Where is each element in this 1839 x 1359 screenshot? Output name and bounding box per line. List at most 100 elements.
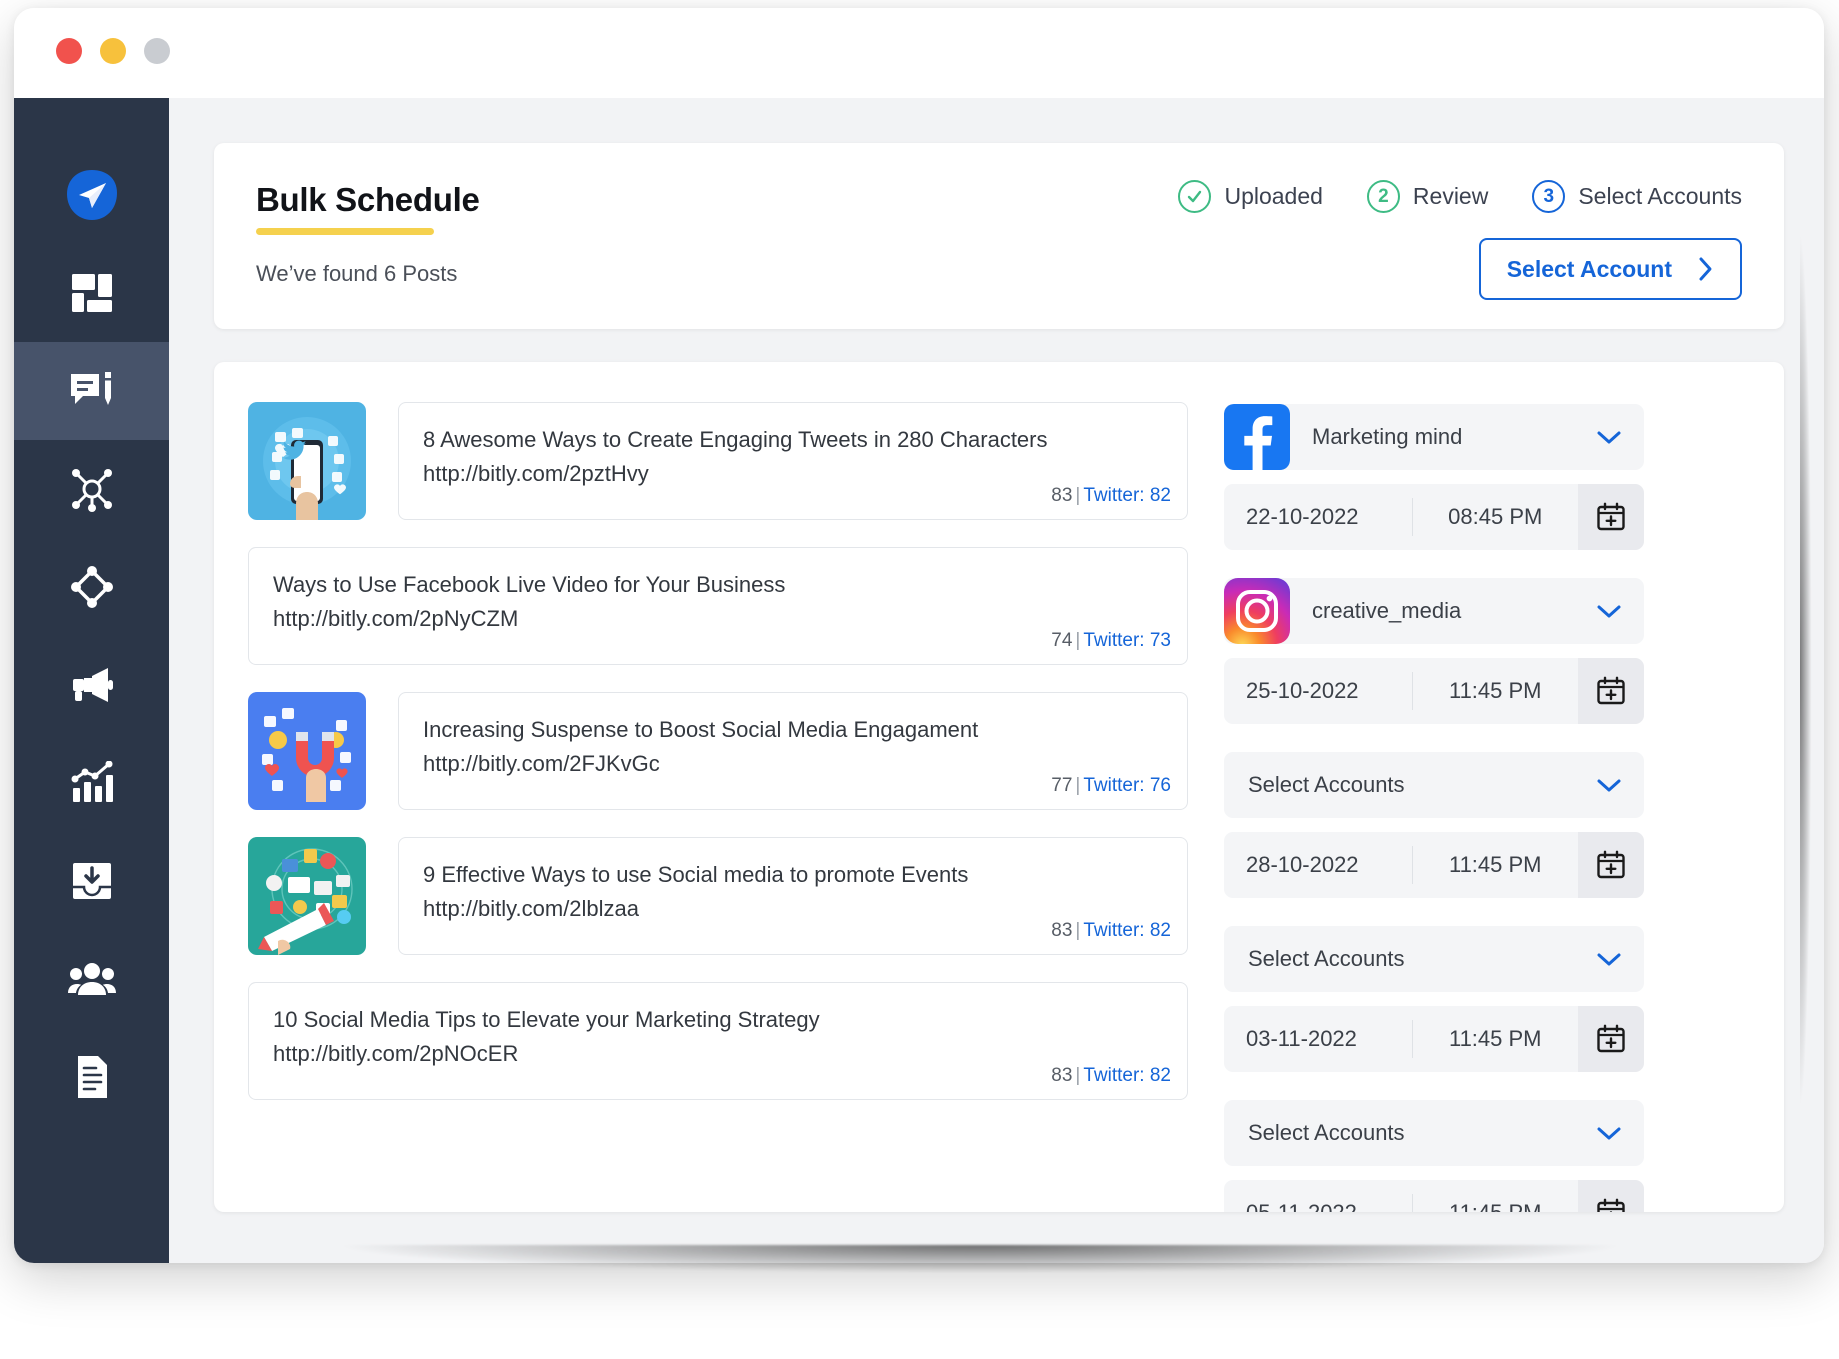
calendar-plus-icon <box>1597 502 1625 531</box>
minimize-window-button[interactable] <box>100 38 126 64</box>
schedule-time[interactable]: 11:45 PM <box>1413 1006 1579 1072</box>
schedule-date[interactable]: 03-11-2022 <box>1224 1006 1412 1072</box>
sidebar-item-campaigns[interactable] <box>14 636 169 734</box>
account-name: creative_media <box>1312 598 1462 623</box>
post-title: Increasing Suspense to Boost Social Medi… <box>423 717 979 742</box>
post-content-box[interactable]: 8 Awesome Ways to Create Engaging Tweets… <box>398 402 1188 520</box>
schedule-time[interactable]: 11:45 PM <box>1413 832 1579 898</box>
post-row: Ways to Use Facebook Live Video for Your… <box>248 547 1188 665</box>
calendar-button[interactable] <box>1578 832 1644 898</box>
sidebar-item-reports[interactable] <box>14 1028 169 1126</box>
account-select-dropdown[interactable]: Select Accounts <box>1224 752 1644 818</box>
post-content-box[interactable]: Increasing Suspense to Boost Social Medi… <box>398 692 1188 810</box>
post-counter: 83 | Twitter: 82 <box>1051 1065 1171 1086</box>
schedule-date[interactable]: 28-10-2022 <box>1224 832 1412 898</box>
facebook-icon <box>1224 404 1290 470</box>
post-counter: 74 | Twitter: 73 <box>1051 630 1171 651</box>
calendar-plus-icon <box>1597 1024 1625 1053</box>
post-thumbnail[interactable] <box>248 692 366 810</box>
campaign-icon <box>72 668 113 702</box>
stepper: Uploaded 2 Review 3 Select Accounts <box>1178 180 1742 213</box>
chevron-down-icon[interactable] <box>1596 951 1622 967</box>
account-select-dropdown[interactable]: Marketing mind <box>1224 404 1644 470</box>
post-content-box[interactable]: 10 Social Media Tips to Elevate your Mar… <box>248 982 1188 1100</box>
account-select-dropdown[interactable]: Select Accounts <box>1224 926 1644 992</box>
post-thumbnail[interactable] <box>248 402 366 520</box>
sidebar-item-dashboard[interactable] <box>14 244 169 342</box>
megaphone-events-illustration-icon <box>248 837 366 955</box>
check-icon <box>1188 190 1202 203</box>
magnet-social-illustration-icon <box>248 692 366 810</box>
schedule-time[interactable]: 11:45 PM <box>1413 658 1579 724</box>
network-icon <box>71 469 112 512</box>
post-title: Ways to Use Facebook Live Video for Your… <box>273 572 786 597</box>
post-title: 10 Social Media Tips to Elevate your Mar… <box>273 1007 820 1032</box>
calendar-button[interactable] <box>1578 1006 1644 1072</box>
datetime-row: 25-10-2022 11:45 PM <box>1224 658 1644 724</box>
sidebar-item-inbox[interactable] <box>14 832 169 930</box>
compose-icon <box>70 372 111 405</box>
chevron-down-icon[interactable] <box>1596 777 1622 793</box>
chevron-right-icon <box>1699 257 1712 281</box>
sidebar-item-compose[interactable] <box>14 342 169 440</box>
account-name: Select Accounts <box>1248 1120 1405 1145</box>
traffic-lights <box>56 38 170 64</box>
app-window: Bulk Schedule We’ve found 6 Posts Upload… <box>14 8 1824 1263</box>
post-twitter-count: Twitter: 73 <box>1083 630 1171 651</box>
post-thumbnail[interactable] <box>248 837 366 955</box>
sidebar-item-logo[interactable] <box>14 146 169 244</box>
select-account-button-label: Select Account <box>1506 255 1672 282</box>
chevron-down-icon[interactable] <box>1596 603 1622 619</box>
post-content-box[interactable]: Ways to Use Facebook Live Video for Your… <box>248 547 1188 665</box>
account-name: Select Accounts <box>1248 946 1405 971</box>
bulk-schedule-header-card: Bulk Schedule We’ve found 6 Posts Upload… <box>214 143 1784 329</box>
sidebar-item-network[interactable] <box>14 440 169 538</box>
post-content-box[interactable]: 9 Effective Ways to use Social media to … <box>398 837 1188 955</box>
account-name: Marketing mind <box>1312 424 1463 449</box>
step-select-accounts-label: Select Accounts <box>1578 183 1742 209</box>
step-review-label: Review <box>1412 183 1489 209</box>
step-review[interactable]: 2 Review <box>1366 180 1489 213</box>
chevron-down-icon[interactable] <box>1596 1125 1622 1141</box>
logo-send-icon <box>66 170 117 220</box>
sidebar-item-automation[interactable] <box>14 538 169 636</box>
select-account-button[interactable]: Select Account <box>1478 238 1742 300</box>
calendar-plus-icon <box>1597 1198 1625 1212</box>
post-twitter-count: Twitter: 82 <box>1083 1065 1171 1086</box>
post-title: 9 Effective Ways to use Social media to … <box>423 862 969 887</box>
schedule-date[interactable]: 05-11-2022 <box>1224 1180 1412 1212</box>
sidebar-item-analytics[interactable] <box>14 734 169 832</box>
step-select-accounts[interactable]: 3 Select Accounts <box>1532 180 1742 213</box>
account-select-dropdown[interactable]: Select Accounts <box>1224 1100 1644 1166</box>
schedule-date[interactable]: 25-10-2022 <box>1224 658 1412 724</box>
account-select-dropdown[interactable]: creative_media <box>1224 578 1644 644</box>
calendar-plus-icon <box>1597 850 1625 879</box>
account-group: Select Accounts 05-11-2022 11:45 PM <box>1224 1100 1644 1212</box>
step-select-accounts-circle: 3 <box>1532 180 1566 213</box>
maximize-window-button[interactable] <box>144 38 170 64</box>
post-row: Increasing Suspense to Boost Social Medi… <box>248 692 1188 810</box>
schedule-time[interactable]: 11:45 PM <box>1413 1180 1579 1212</box>
close-window-button[interactable] <box>56 38 82 64</box>
datetime-row: 03-11-2022 11:45 PM <box>1224 1006 1644 1072</box>
post-title: 8 Awesome Ways to Create Engaging Tweets… <box>423 427 1048 452</box>
dashboard-icon <box>71 274 112 312</box>
step-uploaded-label: Uploaded <box>1224 183 1323 209</box>
schedule-time[interactable]: 08:45 PM <box>1413 484 1579 550</box>
step-uploaded[interactable]: Uploaded <box>1178 180 1323 213</box>
posts-column: 8 Awesome Ways to Create Engaging Tweets… <box>248 402 1188 1212</box>
twitter-phone-illustration-icon <box>248 402 366 520</box>
instagram-icon <box>1224 578 1290 644</box>
post-row: 9 Effective Ways to use Social media to … <box>248 837 1188 955</box>
calendar-button[interactable] <box>1578 658 1644 724</box>
calendar-button[interactable] <box>1578 484 1644 550</box>
chevron-down-icon[interactable] <box>1596 429 1622 445</box>
calendar-button[interactable] <box>1578 1180 1644 1212</box>
schedule-date[interactable]: 22-10-2022 <box>1224 484 1412 550</box>
post-row: 10 Social Media Tips to Elevate your Mar… <box>248 982 1188 1100</box>
reports-icon <box>77 1056 107 1098</box>
post-char-count: 83 <box>1051 1065 1073 1086</box>
sidebar-item-team[interactable] <box>14 930 169 1028</box>
window-titlebar <box>14 8 1824 98</box>
post-url: http://bitly.com/2pNyCZM <box>273 606 519 632</box>
